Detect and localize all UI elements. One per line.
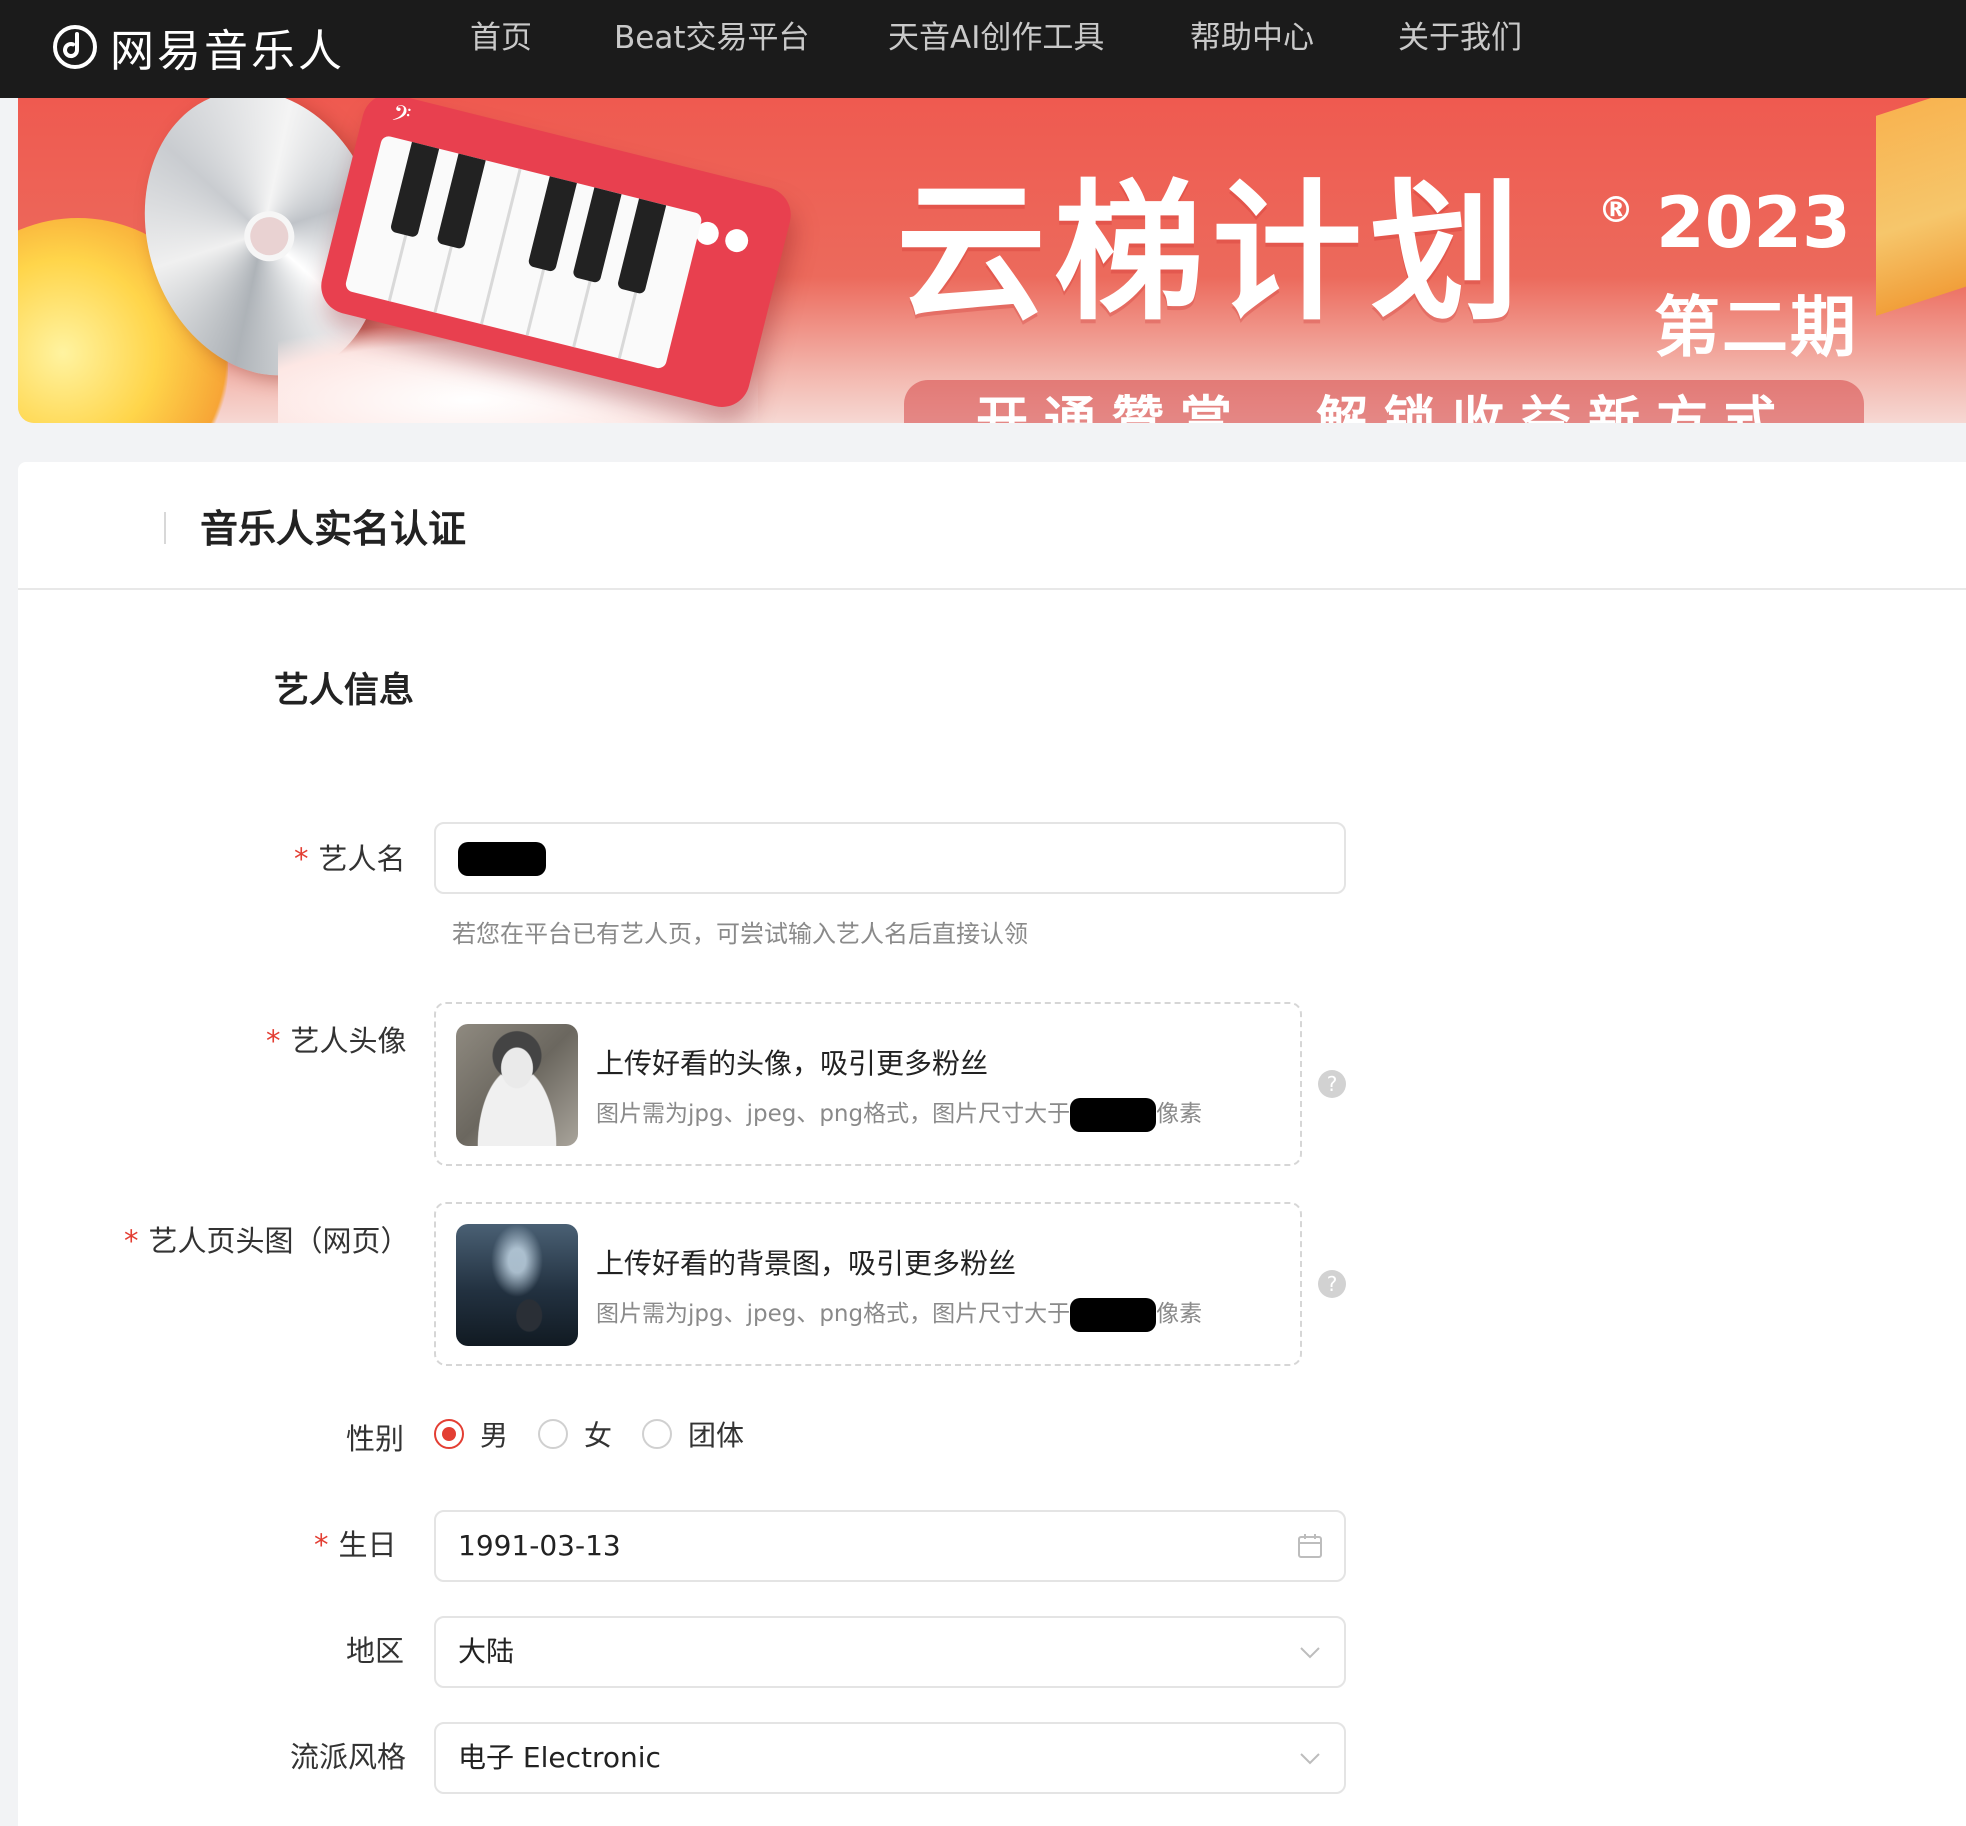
header-image-upload[interactable]: 上传好看的背景图，吸引更多粉丝 图片需为jpg、jpeg、png格式，图片尺寸大…	[434, 1202, 1302, 1366]
nav-item-beat[interactable]: Beat交易平台	[614, 14, 810, 62]
genre-select[interactable]: 电子 Electronic	[434, 1722, 1346, 1794]
region-select[interactable]: 大陆	[434, 1616, 1346, 1688]
region-label: 地区	[346, 1634, 405, 1668]
nav-item-home[interactable]: 首页	[470, 14, 532, 62]
top-nav: 网易音乐人 首页 Beat交易平台 天音AI创作工具 帮助中心 关于我们	[0, 0, 1966, 98]
avatar-thumbnail[interactable]	[456, 1024, 578, 1146]
promo-banner[interactable]: 𝄢 ●●● 云梯计划 ® 2023 第二期 开通赞赏，解锁收益新方式	[18, 98, 1966, 423]
help-icon[interactable]: ?	[1318, 1270, 1346, 1298]
radio-unchecked[interactable]	[538, 1419, 569, 1449]
logo-note-icon	[53, 25, 97, 69]
gender-option-male[interactable]: 男	[434, 1414, 508, 1454]
calendar-icon[interactable]	[1296, 1532, 1324, 1560]
region-value: 大陆	[458, 1635, 515, 1668]
avatar-upload-title: 上传好看的头像，吸引更多粉丝	[596, 1047, 989, 1080]
avatar-upload[interactable]: 上传好看的头像，吸引更多粉丝 图片需为jpg、jpeg、png格式，图片尺寸大于…	[434, 1002, 1302, 1166]
gender-radio-group: 男 女 团体	[434, 1412, 774, 1456]
banner-registered-mark: ®	[1598, 190, 1634, 231]
header-image-upload-title: 上传好看的背景图，吸引更多粉丝	[596, 1247, 1017, 1280]
chevron-down-icon	[1300, 1753, 1320, 1765]
nav-item-help[interactable]: 帮助中心	[1190, 14, 1314, 62]
header-image-thumbnail[interactable]	[456, 1224, 578, 1346]
avatar-upload-requirements: 图片需为jpg、jpeg、png格式，图片尺寸大于 像素	[596, 1094, 1202, 1132]
gender-option-female[interactable]: 女	[538, 1414, 612, 1454]
verification-card: 音乐人实名认证 艺人信息 * 艺人名 若您在平台已有艺人页，可尝试输入艺人名后直接…	[18, 462, 1966, 1826]
section-title-artist-info: 艺人信息	[274, 671, 415, 711]
required-mark: *	[294, 842, 309, 876]
banner-cube-decoration	[1876, 98, 1966, 316]
brand-logo[interactable]: 网易音乐人	[52, 10, 345, 84]
birthday-date-picker[interactable]: 1991-03-13	[434, 1510, 1346, 1582]
chevron-down-icon	[1300, 1647, 1320, 1659]
bass-clef-icon: 𝄢	[387, 98, 414, 136]
title-divider	[164, 512, 166, 544]
genre-value: 电子 Electronic	[458, 1741, 661, 1774]
nav-item-ai-tools[interactable]: 天音AI创作工具	[888, 14, 1104, 62]
avatar-label: * 艺人头像	[266, 1024, 407, 1058]
banner-phase: 第二期	[1654, 289, 1858, 366]
genre-label: 流派风格	[290, 1740, 407, 1774]
banner-slogan: 开通赞赏，解锁收益新方式	[904, 380, 1864, 423]
radio-checked[interactable]	[434, 1419, 464, 1449]
redacted-value	[458, 842, 546, 876]
birthday-label: * 生日	[314, 1528, 397, 1562]
card-header: 音乐人实名认证	[18, 462, 1966, 590]
birthday-value: 1991-03-13	[458, 1529, 621, 1562]
header-image-label: * 艺人页头图（网页）	[124, 1224, 410, 1258]
redacted-value	[1070, 1097, 1157, 1132]
radio-unchecked[interactable]	[642, 1419, 673, 1449]
gender-label: 性别	[346, 1422, 405, 1456]
banner-year: 2023	[1656, 182, 1851, 264]
gender-option-group[interactable]: 团体	[642, 1414, 744, 1454]
redacted-value	[1070, 1297, 1157, 1332]
banner-title: 云梯计划	[896, 167, 1529, 341]
artist-name-input[interactable]	[434, 822, 1346, 894]
nav-item-about[interactable]: 关于我们	[1398, 14, 1522, 62]
header-image-upload-requirements: 图片需为jpg、jpeg、png格式，图片尺寸大于 像素	[596, 1294, 1202, 1332]
brand-name: 网易音乐人	[110, 26, 345, 77]
artist-name-label: * 艺人名	[294, 842, 406, 876]
help-icon[interactable]: ?	[1318, 1070, 1346, 1098]
page-title: 音乐人实名认证	[200, 507, 467, 551]
artist-name-hint: 若您在平台已有艺人页，可尝试输入艺人名后直接认领	[452, 920, 1028, 948]
